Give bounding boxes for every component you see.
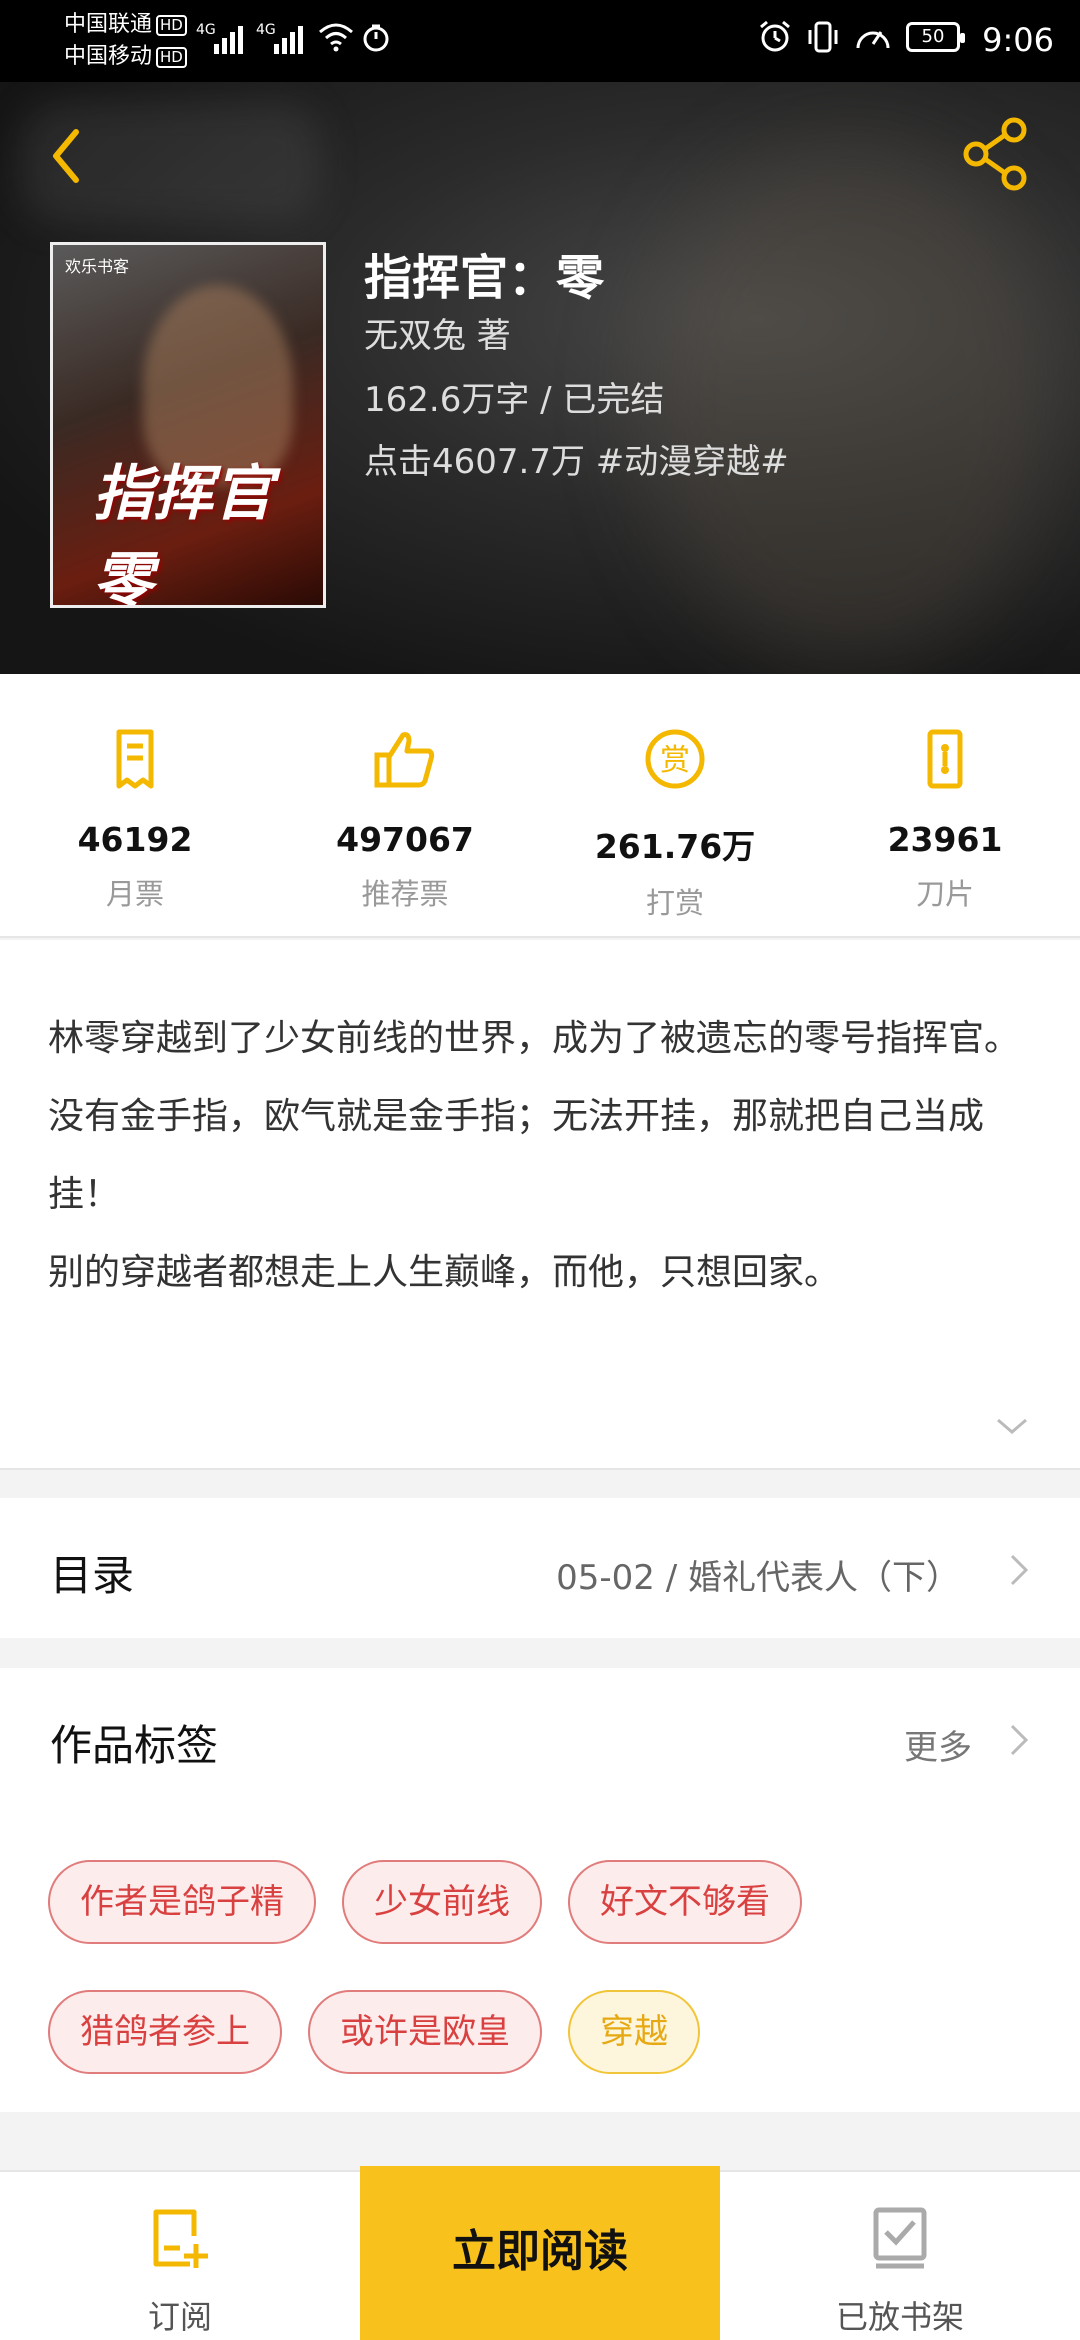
subscribe-icon bbox=[153, 2209, 208, 2268]
toc-title: 目录 bbox=[50, 1551, 135, 1600]
back-icon[interactable] bbox=[40, 116, 100, 196]
vibrate-icon bbox=[808, 21, 838, 53]
background-art bbox=[640, 142, 1060, 662]
synopsis-text: 林零穿越到了少女前线的世界，成为了被遗忘的零号指挥官。 没有金手指，欧气就是金手… bbox=[48, 1000, 1038, 1312]
stat-value: 46192 bbox=[77, 820, 193, 859]
wifi-icon bbox=[319, 23, 353, 52]
alarm-icon bbox=[760, 20, 790, 52]
signal-icon bbox=[214, 20, 243, 54]
tag-chip[interactable]: 少女前线 bbox=[342, 1860, 542, 1944]
blade-icon bbox=[927, 729, 963, 789]
signal-icon-2 bbox=[274, 20, 303, 54]
toc-latest-chapter: 05-02 / 婚礼代表人（下） bbox=[556, 1558, 960, 1598]
timer-icon bbox=[363, 24, 389, 52]
stat-reward[interactable]: 赏 261.76万 打赏 bbox=[540, 674, 810, 936]
tags-more-link[interactable]: 更多 bbox=[904, 1720, 972, 1769]
bottom-action-bar: 订阅 立即阅读 已放书架 bbox=[0, 2166, 1080, 2340]
thumbs-up-icon bbox=[374, 732, 435, 788]
status-bar: 中国联通 HD 中国移动 HD 4G 4G 50 9:06 bbox=[0, 0, 1080, 82]
tag-chip[interactable]: 或许是欧皇 bbox=[308, 1990, 542, 2074]
share-icon[interactable] bbox=[956, 114, 1036, 194]
stat-value: 261.76万 bbox=[594, 827, 756, 866]
carrier-1: 中国联通 HD bbox=[64, 10, 187, 40]
book-header: 欢乐书客 指挥官零 指挥官：零 无双兔 著 162.6万字 / 已完结 点击46… bbox=[0, 82, 1080, 674]
stat-value: 497067 bbox=[336, 820, 474, 859]
bookshelf-added-icon bbox=[873, 2207, 927, 2269]
table-of-contents-row[interactable]: 目录 05-02 / 婚礼代表人（下） bbox=[0, 1498, 1080, 1638]
stat-label: 推荐票 bbox=[361, 877, 449, 911]
synopsis-section[interactable]: 林零穿越到了少女前线的世界，成为了被遗忘的零号指挥官。 没有金手指，欧气就是金手… bbox=[0, 940, 1080, 1470]
tag-chip[interactable]: 好文不够看 bbox=[568, 1860, 802, 1944]
tag-chip[interactable]: 作者是鸽子精 bbox=[48, 1860, 316, 1944]
stat-value: 23961 bbox=[887, 820, 1003, 859]
book-title: 指挥官：零 bbox=[364, 250, 605, 306]
book-author: 无双兔 著 bbox=[364, 316, 511, 356]
chevron-right-icon bbox=[1010, 1554, 1029, 1586]
tag-chip[interactable]: 穿越 bbox=[568, 1990, 700, 2074]
book-word-count-status: 162.6万字 / 已完结 bbox=[364, 380, 665, 420]
network-type-2: 4G bbox=[256, 22, 276, 38]
stat-blade[interactable]: 23961 刀片 bbox=[810, 674, 1080, 936]
stat-label: 月票 bbox=[105, 877, 164, 911]
battery-icon: 50 bbox=[906, 22, 965, 52]
tags-title: 作品标签 bbox=[50, 1721, 219, 1770]
ticket-icon bbox=[116, 729, 154, 789]
book-cover[interactable]: 欢乐书客 指挥官零 bbox=[50, 242, 326, 608]
clock: 9:06 bbox=[982, 21, 1054, 59]
tags-section: 作品标签 更多 作者是鸽子精 少女前线 好文不够看 猎鸽者参上 或许是欧皇 穿越 bbox=[0, 1668, 1080, 2112]
stat-label: 打赏 bbox=[645, 886, 704, 920]
chevron-right-icon[interactable] bbox=[1008, 1720, 1030, 1760]
stat-recommend-ticket[interactable]: 497067 推荐票 bbox=[270, 674, 540, 936]
stat-label: 刀片 bbox=[915, 877, 974, 911]
carrier-2: 中国移动 HD bbox=[64, 42, 187, 72]
read-now-button[interactable]: 立即阅读 bbox=[360, 2166, 720, 2340]
subscribe-button[interactable]: 订阅 bbox=[0, 2172, 360, 2340]
reward-icon: 赏 bbox=[645, 729, 705, 789]
stats-row: 46192 月票 497067 推荐票 赏 261.76万 打赏 23961 刀… bbox=[0, 674, 1080, 938]
svg-text:赏: 赏 bbox=[660, 743, 690, 778]
stat-monthly-ticket[interactable]: 46192 月票 bbox=[0, 674, 270, 936]
speed-icon bbox=[856, 31, 890, 49]
tag-list: 作者是鸽子精 少女前线 好文不够看 猎鸽者参上 或许是欧皇 穿越 bbox=[48, 1860, 1048, 2120]
bookshelf-label: 已放书架 bbox=[835, 2298, 964, 2336]
synopsis-line: 没有金手指，欧气就是金手指；无法开挂，那就把自己当成挂！ bbox=[48, 1096, 985, 1215]
cover-title: 指挥官零 bbox=[93, 459, 273, 608]
cover-brand: 欢乐书客 bbox=[65, 257, 130, 276]
subscribe-label: 订阅 bbox=[147, 2298, 212, 2336]
expand-chevron-icon[interactable] bbox=[994, 1414, 1030, 1438]
tag-chip[interactable]: 猎鸽者参上 bbox=[48, 1990, 282, 2074]
synopsis-line: 林零穿越到了少女前线的世界，成为了被遗忘的零号指挥官。 bbox=[48, 1018, 1021, 1059]
synopsis-line: 别的穿越者都想走上人生巅峰，而他，只想回家。 bbox=[48, 1252, 841, 1293]
bookshelf-button[interactable]: 已放书架 bbox=[720, 2172, 1080, 2340]
status-icons: 50 bbox=[758, 20, 965, 54]
network-type-1: 4G bbox=[196, 22, 216, 38]
book-clicks-genre: 点击4607.7万 #动漫穿越# bbox=[364, 442, 789, 482]
